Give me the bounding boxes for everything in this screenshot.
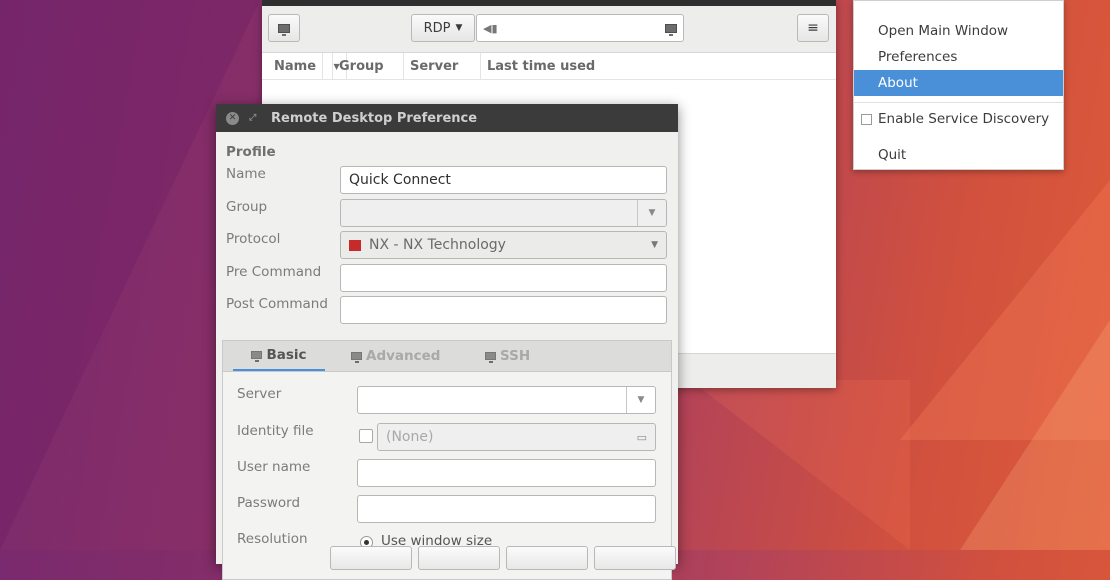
protocol-combo-value: NX - NX Technology	[369, 237, 506, 253]
name-label: Name	[226, 166, 266, 182]
menu-item-about[interactable]: About	[854, 70, 1063, 96]
dialog-titlebar: ✕ ⤢ Remote Desktop Preference	[216, 104, 678, 132]
username-input[interactable]	[357, 459, 656, 487]
monitor-icon	[251, 351, 263, 362]
identity-file-checkbox[interactable]	[359, 429, 373, 443]
username-label: User name	[237, 459, 311, 475]
nx-protocol-icon	[349, 239, 361, 251]
menu-item-enable-service-discovery[interactable]: Enable Service Discovery	[854, 106, 1063, 132]
dropdown-arrow-icon: ▼	[455, 23, 463, 33]
maximize-icon[interactable]: ⤢	[249, 113, 259, 123]
name-input[interactable]: Quick Connect	[340, 166, 667, 194]
settings-tabbar: Basic Advanced SSH	[223, 341, 671, 372]
protocol-selector-button[interactable]: RDP ▼	[411, 14, 475, 42]
identity-file-chooser[interactable]: (None) ▭	[377, 423, 656, 451]
menu-separator	[854, 102, 1063, 103]
column-header-last-used[interactable]: Last time used	[481, 53, 601, 79]
monitor-icon[interactable]	[665, 23, 677, 36]
dropdown-arrow-icon: ▼	[651, 240, 658, 250]
tray-context-menu: Open Main Window Preferences About Enabl…	[853, 0, 1064, 170]
column-header-group[interactable]: Group	[333, 53, 404, 79]
post-command-input[interactable]	[340, 296, 667, 324]
checkbox-icon[interactable]	[861, 113, 872, 125]
name-input-value: Quick Connect	[349, 172, 451, 188]
main-toolbar: RDP ▼ ◀▮ ≡	[262, 6, 836, 53]
profile-section-heading: Profile	[226, 144, 276, 160]
dialog-title: Remote Desktop Preference	[271, 110, 478, 126]
protocol-combo[interactable]: NX - NX Technology ▼	[340, 231, 667, 259]
password-input[interactable]	[357, 495, 656, 523]
monitor-icon	[485, 352, 496, 363]
pre-command-label: Pre Command	[226, 264, 322, 280]
protocol-selector-label: RDP	[423, 20, 451, 36]
password-label: Password	[237, 495, 301, 511]
quick-connect-input[interactable]: ◀▮	[476, 14, 684, 42]
preference-dialog: ✕ ⤢ Remote Desktop Preference Profile Na…	[216, 104, 678, 580]
protocol-label: Protocol	[226, 231, 281, 247]
column-header-name[interactable]: Name ▼	[262, 53, 347, 79]
monitor-icon	[278, 23, 290, 36]
dropdown-arrow-icon[interactable]: ▼	[637, 200, 666, 226]
menu-item-quit[interactable]: Quit	[854, 142, 1063, 168]
close-icon[interactable]: ✕	[226, 111, 239, 125]
group-label: Group	[226, 199, 268, 215]
connection-list-header: Name ▼ Group Server Last time used	[262, 53, 836, 80]
settings-notebook: Basic Advanced SSH Server ▼ Identity fil…	[222, 340, 672, 580]
dropdown-arrow-icon[interactable]: ▼	[626, 387, 655, 413]
main-menu-button[interactable]: ≡	[797, 14, 829, 42]
column-header-server[interactable]: Server	[404, 53, 481, 79]
identity-file-label: Identity file	[237, 423, 314, 439]
monitor-icon	[351, 352, 362, 363]
identity-file-value: (None)	[386, 429, 434, 445]
tab-ssh[interactable]: SSH	[485, 341, 530, 371]
post-command-label: Post Command	[226, 296, 328, 312]
menu-item-open-main-window[interactable]: Open Main Window	[854, 18, 1063, 44]
new-connection-button[interactable]	[268, 14, 300, 42]
tab-advanced[interactable]: Advanced	[351, 341, 440, 371]
server-label: Server	[237, 386, 282, 402]
resolution-label: Resolution	[237, 531, 308, 547]
hamburger-menu-icon: ≡	[807, 20, 819, 36]
file-icon: ▭	[636, 430, 647, 444]
group-combo[interactable]: ▼	[340, 199, 667, 227]
menu-item-preferences[interactable]: Preferences	[854, 44, 1063, 70]
pointer-icon: ◀▮	[483, 21, 498, 35]
server-combo[interactable]: ▼	[357, 386, 656, 414]
tab-basic[interactable]: Basic	[233, 341, 325, 371]
pre-command-input[interactable]	[340, 264, 667, 292]
